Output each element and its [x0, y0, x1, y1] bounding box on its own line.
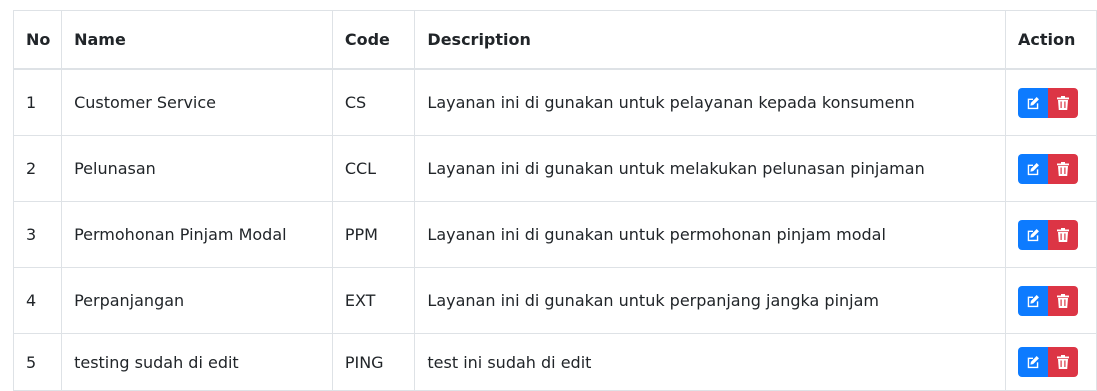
delete-button[interactable]	[1048, 219, 1079, 250]
header-description: Description	[414, 10, 1007, 70]
action-buttons	[1018, 347, 1079, 377]
cell-name: Permohonan Pinjam Modal	[61, 201, 333, 268]
table-row: 4 Perpanjangan EXT Layanan ini di gunaka…	[12, 267, 1097, 334]
delete-button[interactable]	[1048, 153, 1079, 184]
cell-action	[1005, 135, 1097, 202]
edit-icon	[1026, 228, 1040, 242]
action-buttons	[1018, 153, 1079, 184]
header-row: No Name Code Description Action	[12, 10, 1097, 70]
trash-icon	[1057, 227, 1070, 242]
trash-icon	[1057, 293, 1070, 308]
edit-button[interactable]	[1018, 87, 1049, 118]
header-name: Name	[61, 10, 333, 70]
cell-name: testing sudah di edit	[61, 333, 333, 391]
table-header: No Name Code Description Action	[12, 10, 1097, 70]
cell-action	[1005, 267, 1097, 334]
trash-icon	[1057, 95, 1070, 110]
cell-no: 3	[12, 201, 63, 268]
cell-name: Customer Service	[61, 68, 333, 136]
cell-description: Layanan ini di gunakan untuk permohonan …	[414, 201, 1007, 268]
trash-icon	[1057, 161, 1070, 176]
edit-icon	[1026, 162, 1040, 176]
table-row: 5 testing sudah di edit PING test ini su…	[12, 333, 1097, 391]
table-row: 3 Permohonan Pinjam Modal PPM Layanan in…	[12, 201, 1097, 268]
edit-icon	[1026, 294, 1040, 308]
cell-action	[1005, 201, 1097, 268]
table-body: 1 Customer Service CS Layanan ini di gun…	[12, 68, 1097, 391]
edit-button[interactable]	[1018, 347, 1049, 377]
edit-button[interactable]	[1018, 285, 1049, 316]
action-buttons	[1018, 219, 1079, 250]
trash-icon	[1057, 355, 1070, 369]
cell-description: test ini sudah di edit	[414, 333, 1007, 391]
cell-no: 5	[12, 333, 63, 391]
edit-button[interactable]	[1018, 219, 1049, 250]
edit-icon	[1026, 96, 1040, 110]
action-buttons	[1018, 87, 1079, 118]
table-row: 1 Customer Service CS Layanan ini di gun…	[12, 68, 1097, 136]
header-code: Code	[331, 10, 416, 70]
cell-code: CCL	[331, 135, 416, 202]
cell-code: PING	[331, 333, 416, 391]
cell-no: 4	[12, 267, 63, 334]
services-table: No Name Code Description Action 1 Custom…	[12, 10, 1097, 391]
cell-description: Layanan ini di gunakan untuk melakukan p…	[414, 135, 1007, 202]
cell-code: CS	[331, 68, 416, 136]
cell-code: EXT	[331, 267, 416, 334]
table-row: 2 Pelunasan CCL Layanan ini di gunakan u…	[12, 135, 1097, 202]
cell-no: 2	[12, 135, 63, 202]
page: No Name Code Description Action 1 Custom…	[0, 0, 1097, 391]
cell-description: Layanan ini di gunakan untuk perpanjang …	[414, 267, 1007, 334]
edit-button[interactable]	[1018, 153, 1049, 184]
cell-action	[1005, 68, 1097, 136]
delete-button[interactable]	[1048, 87, 1079, 118]
cell-action	[1005, 333, 1097, 391]
cell-description: Layanan ini di gunakan untuk pelayanan k…	[414, 68, 1007, 136]
delete-button[interactable]	[1048, 285, 1079, 316]
cell-name: Perpanjangan	[61, 267, 333, 334]
delete-button[interactable]	[1048, 347, 1079, 377]
header-no: No	[12, 10, 63, 70]
header-action: Action	[1005, 10, 1097, 70]
action-buttons	[1018, 285, 1079, 316]
cell-name: Pelunasan	[61, 135, 333, 202]
edit-icon	[1026, 355, 1040, 369]
cell-code: PPM	[331, 201, 416, 268]
cell-no: 1	[12, 68, 63, 136]
